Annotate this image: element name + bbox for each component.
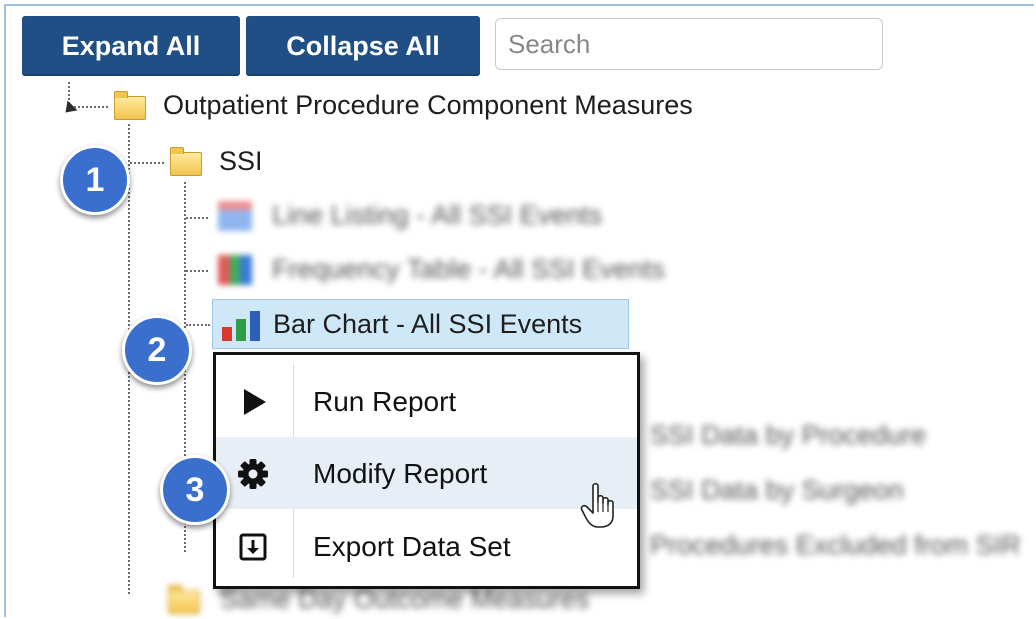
- tree-node-ssi[interactable]: SSI: [219, 146, 263, 177]
- tree-item-excluded-procedures[interactable]: Procedures Excluded from SIR: [650, 530, 1021, 561]
- bar-chart-icon: [222, 311, 264, 341]
- collapse-all-button[interactable]: Collapse All: [246, 16, 480, 76]
- tree-connector: [74, 106, 108, 108]
- tree-connector: [130, 162, 164, 164]
- tree-item-frequency-table[interactable]: Frequency Table - All SSI Events: [272, 254, 665, 285]
- menu-item-run-report[interactable]: Run Report: [216, 365, 637, 437]
- tree-item-data-by-surgeon[interactable]: SSI Data by Surgeon: [650, 475, 904, 506]
- menu-item-label: Export Data Set: [313, 531, 511, 562]
- callout-badge-3: 3: [160, 455, 230, 525]
- menu-item-label: Run Report: [313, 386, 457, 417]
- context-menu: Run Report Modify Report Export Data Set: [213, 352, 640, 589]
- tree-node-root[interactable]: Outpatient Procedure Component Measures: [163, 90, 693, 121]
- gear-icon: [238, 459, 268, 489]
- folder-icon: [114, 91, 146, 120]
- callout-badge-1: 1: [60, 145, 130, 215]
- line-listing-icon: [218, 201, 252, 231]
- expand-all-button[interactable]: Expand All: [22, 16, 240, 76]
- play-icon: [244, 389, 266, 415]
- folder-icon: [170, 147, 202, 176]
- menu-item-label: Modify Report: [313, 458, 488, 489]
- tree-item-line-listing[interactable]: Line Listing - All SSI Events: [272, 200, 602, 231]
- export-icon: [239, 533, 267, 561]
- folder-icon: [168, 585, 200, 614]
- search-input[interactable]: [495, 18, 883, 70]
- tree-connector: [186, 324, 210, 326]
- menu-item-modify-report[interactable]: Modify Report: [216, 437, 637, 509]
- tree-connector: [186, 270, 208, 272]
- tree-item-data-by-procedure[interactable]: SSI Data by Procedure: [650, 420, 926, 451]
- frequency-table-icon: [218, 255, 252, 285]
- callout-badge-2: 2: [122, 315, 192, 385]
- tree-connector: [186, 217, 208, 219]
- tree-item-bar-chart: Bar Chart - All SSI Events: [273, 309, 583, 339]
- menu-item-export-data-set[interactable]: Export Data Set: [216, 510, 637, 582]
- hand-cursor-icon: [580, 482, 614, 528]
